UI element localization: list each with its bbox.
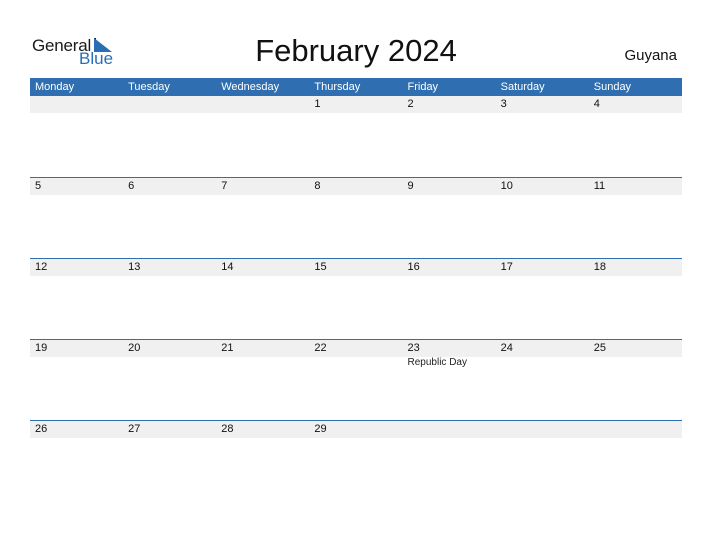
day-number (35, 96, 123, 113)
day-cell: 21 (216, 340, 309, 369)
day-cell: 7 (216, 178, 309, 195)
country-label: Guyana (624, 47, 677, 64)
day-cell: 12 (30, 259, 123, 276)
page-title: February 2024 (255, 33, 457, 68)
day-cell (496, 421, 589, 438)
day-number: 24 (500, 342, 513, 354)
day-cell: 29 (309, 421, 402, 438)
day-cell (123, 96, 216, 113)
day-number: 17 (500, 261, 513, 273)
calendar-grid: Monday Tuesday Wednesday Thursday Friday Satu… (30, 78, 682, 501)
weekday-sunday: Sunday (593, 81, 632, 93)
weekday-header: Monday Tuesday Wednesday Thursday Friday Satu… (30, 78, 682, 96)
day-cell: 14 (216, 259, 309, 276)
day-number: 15 (314, 261, 327, 273)
day-number: 9 (407, 180, 414, 192)
day-cell: 4 (589, 96, 682, 113)
day-number: 19 (35, 342, 48, 354)
day-number: 20 (128, 342, 141, 354)
day-number: 1 (314, 98, 321, 110)
day-cell: 15 (309, 259, 402, 276)
day-cell: 19 (30, 340, 123, 369)
day-cell (403, 421, 496, 438)
day-number (128, 96, 216, 113)
day-cell (589, 421, 682, 438)
day-number: 28 (221, 423, 234, 435)
day-number: 11 (593, 180, 606, 192)
day-number: 29 (314, 423, 327, 435)
day-number (221, 96, 309, 113)
week-row: 12 13 14 15 16 17 18 (30, 258, 682, 339)
week-row: 1 2 3 4 (30, 96, 682, 177)
day-number: 7 (221, 180, 228, 192)
day-number: 12 (35, 261, 48, 273)
day-cell: 13 (123, 259, 216, 276)
weekday-saturday: Saturday (500, 81, 545, 93)
day-cell: 26 (30, 421, 123, 438)
day-cell: 28 (216, 421, 309, 438)
week-row: 26 27 28 29 (30, 420, 682, 501)
weekday-friday: Friday (407, 81, 439, 93)
day-number (501, 421, 589, 438)
day-number: 27 (128, 423, 141, 435)
day-cell: 3 (496, 96, 589, 113)
day-number: 21 (221, 342, 234, 354)
day-cell: 10 (496, 178, 589, 195)
week-row: 19 20 21 22 23 Republic Day 24 25 (30, 339, 682, 420)
day-cell (30, 96, 123, 113)
week-row: 5 6 7 8 9 10 11 (30, 177, 682, 258)
day-number: 10 (500, 180, 513, 192)
day-cell: 27 (123, 421, 216, 438)
day-cell: 1 (309, 96, 402, 113)
day-cell: 25 (589, 340, 682, 369)
day-cell: 22 (309, 340, 402, 369)
day-cell: 18 (589, 259, 682, 276)
day-number: 13 (128, 261, 141, 273)
weekday-wednesday: Wednesday (221, 81, 280, 93)
day-cell: 5 (30, 178, 123, 195)
day-number (408, 421, 496, 438)
day-cell: 9 (403, 178, 496, 195)
day-number: 6 (128, 180, 135, 192)
day-cell: 16 (403, 259, 496, 276)
day-number: 5 (35, 180, 42, 192)
day-number: 26 (35, 423, 48, 435)
weekday-tuesday: Tuesday (128, 81, 170, 93)
day-number: 8 (314, 180, 321, 192)
day-number: 18 (593, 261, 606, 273)
day-number: 3 (500, 98, 507, 110)
day-number: 14 (221, 261, 234, 273)
day-cell: 8 (309, 178, 402, 195)
day-number: 23 (407, 342, 420, 354)
day-cell: 11 (589, 178, 682, 195)
weekday-thursday: Thursday (314, 81, 361, 93)
day-number (594, 421, 682, 438)
day-number: 16 (407, 261, 420, 273)
day-cell: 2 (403, 96, 496, 113)
holiday-label: Republic Day (407, 357, 467, 368)
day-number: 2 (407, 98, 414, 110)
day-number: 4 (593, 98, 600, 110)
day-number: 22 (314, 342, 327, 354)
day-cell: 6 (123, 178, 216, 195)
day-cell (216, 96, 309, 113)
day-cell: 17 (496, 259, 589, 276)
day-cell: 20 (123, 340, 216, 369)
weekday-monday: Monday (35, 81, 75, 93)
day-cell: 23 Republic Day (403, 340, 496, 369)
day-cell: 24 (496, 340, 589, 369)
day-number: 25 (593, 342, 606, 354)
